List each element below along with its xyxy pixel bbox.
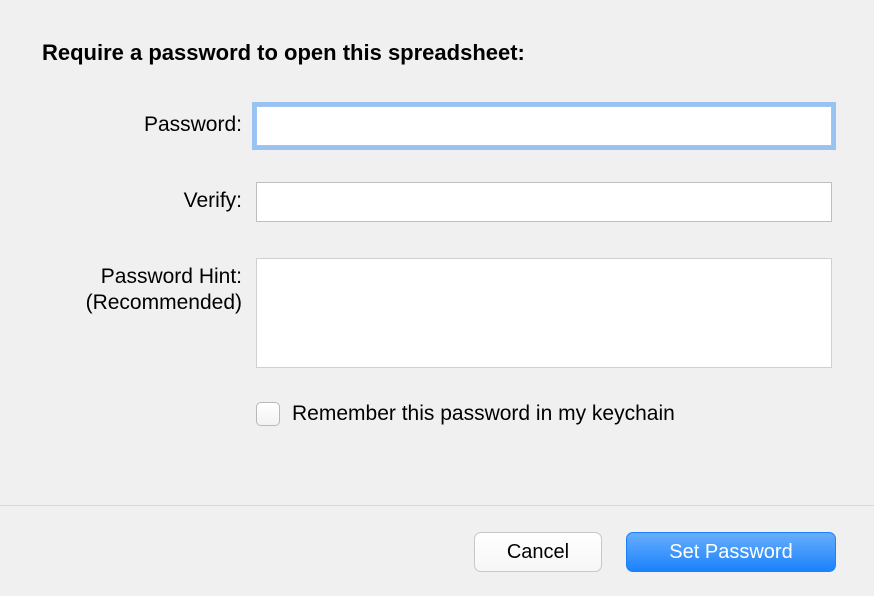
password-label: Password: [0,106,256,138]
dialog-title: Require a password to open this spreadsh… [0,0,874,66]
keychain-label: Remember this password in my keychain [292,402,675,426]
set-password-button[interactable]: Set Password [626,532,836,572]
password-dialog: Require a password to open this spreadsh… [0,0,874,596]
password-input[interactable] [256,106,832,146]
cancel-button[interactable]: Cancel [474,532,602,572]
hint-row: Password Hint: (Recommended) [0,258,832,374]
verify-input[interactable] [256,182,832,222]
keychain-row: Remember this password in my keychain [256,402,832,426]
button-bar: Cancel Set Password [474,532,836,572]
hint-label-line1: Password Hint: [101,265,242,288]
verify-label: Verify: [0,182,256,214]
hint-label: Password Hint: (Recommended) [0,258,256,317]
keychain-checkbox[interactable] [256,402,280,426]
hint-input[interactable] [256,258,832,368]
hint-label-line2: (Recommended) [86,291,242,314]
verify-row: Verify: [0,182,832,222]
password-row: Password: [0,106,832,146]
separator [0,505,874,506]
form-area: Password: Verify: Password Hint: (Recomm… [0,66,874,426]
